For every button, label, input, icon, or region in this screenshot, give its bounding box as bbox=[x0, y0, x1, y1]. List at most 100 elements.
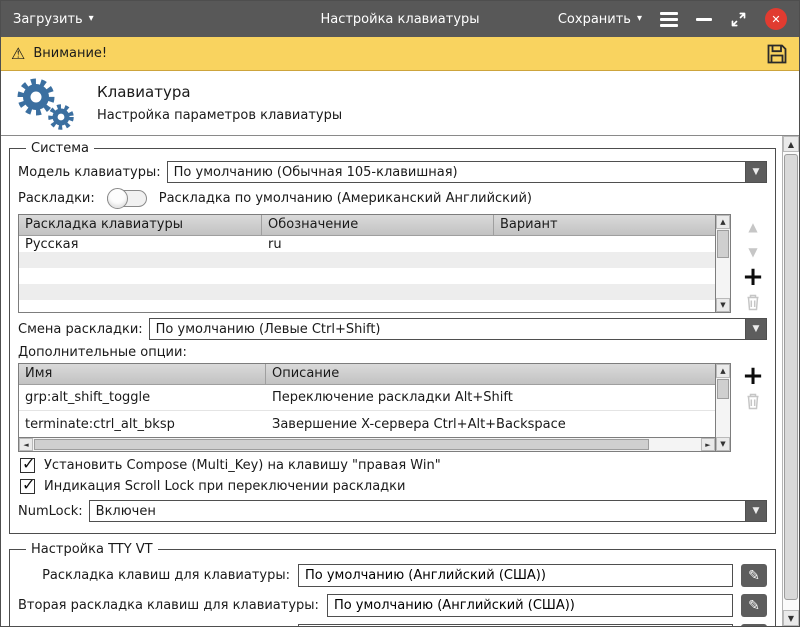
load-button-label: Загрузить bbox=[13, 11, 83, 27]
column-header-description[interactable]: Описание bbox=[266, 364, 715, 385]
scroll-track[interactable] bbox=[783, 152, 799, 610]
close-icon: ✕ bbox=[771, 12, 781, 26]
scroll-lock-checkbox-row[interactable]: Индикация Scroll Lock при переключении р… bbox=[20, 475, 767, 494]
cell-option-name: grp:alt_shift_toggle bbox=[25, 390, 151, 405]
edit-tty-keymap-button[interactable]: ✎ bbox=[741, 564, 767, 587]
table-row[interactable]: grp:alt_shift_toggle Переключение раскла… bbox=[19, 385, 715, 411]
compose-checkbox[interactable] bbox=[20, 454, 35, 473]
scroll-down-icon[interactable]: ▼ bbox=[716, 298, 730, 312]
expand-icon bbox=[731, 12, 746, 26]
plus-icon: + bbox=[742, 361, 764, 391]
combo-arrow-icon[interactable]: ▼ bbox=[745, 162, 766, 182]
layouts-table-header: Раскладка клавиатуры Обозначение Вариант bbox=[19, 215, 715, 236]
chevron-down-icon: ▾ bbox=[88, 13, 94, 24]
settings-form: Система Модель клавиатуры: По умолчанию … bbox=[1, 136, 782, 626]
toggle-knob bbox=[106, 188, 128, 209]
scroll-track[interactable] bbox=[716, 378, 730, 437]
tty-keymap-row: Раскладка клавиш для клавиатуры: ✎ bbox=[18, 564, 767, 587]
delete-option-button[interactable] bbox=[740, 390, 766, 412]
scroll-right-icon[interactable]: ► bbox=[701, 438, 715, 451]
numlock-combobox[interactable]: Включен ▼ bbox=[88, 500, 767, 522]
layouts-label: Раскладки: bbox=[18, 191, 95, 206]
combo-arrow-icon[interactable]: ▼ bbox=[745, 319, 766, 339]
layouts-default-text: Раскладка по умолчанию (Американский Анг… bbox=[158, 191, 533, 206]
main-scrollbar[interactable]: ▲ ▼ bbox=[782, 136, 799, 626]
scroll-left-icon[interactable]: ◄ bbox=[19, 438, 33, 451]
save-button-label: Сохранить bbox=[557, 11, 631, 27]
keyboard-settings-window: Настройка клавиатуры Загрузить ▾ Сохрани… bbox=[0, 0, 800, 627]
tty-font-input[interactable] bbox=[298, 624, 733, 626]
scroll-track[interactable] bbox=[716, 229, 730, 298]
scroll-up-icon[interactable]: ▲ bbox=[783, 136, 799, 152]
scroll-down-icon[interactable]: ▼ bbox=[716, 437, 730, 451]
scroll-up-icon[interactable]: ▲ bbox=[716, 215, 730, 229]
tty-keymap2-row: Вторая раскладка клавиш для клавиатуры: … bbox=[18, 594, 767, 617]
layout-switch-combobox[interactable]: По умолчанию (Левые Ctrl+Shift) ▼ bbox=[148, 318, 767, 340]
tty-group-legend: Настройка TTY VT bbox=[31, 542, 153, 557]
minimize-button[interactable] bbox=[696, 17, 712, 21]
pencil-icon: ✎ bbox=[748, 597, 760, 614]
maximize-button[interactable] bbox=[730, 11, 747, 28]
column-header-layout[interactable]: Раскладка клавиатуры bbox=[19, 215, 262, 236]
keyboard-model-combobox[interactable]: По умолчанию (Обычная 105-клавишная) ▼ bbox=[166, 161, 767, 183]
tty-keymap-input[interactable] bbox=[298, 564, 733, 587]
layouts-table-scrollbar[interactable]: ▲ ▼ bbox=[715, 215, 730, 312]
scroll-down-icon[interactable]: ▼ bbox=[783, 610, 799, 626]
warning-text: Внимание! bbox=[33, 46, 108, 61]
move-down-button[interactable]: ▼ bbox=[740, 241, 766, 263]
close-button[interactable]: ✕ bbox=[765, 8, 787, 30]
scroll-thumb[interactable] bbox=[784, 154, 798, 600]
scroll-up-icon[interactable]: ▲ bbox=[716, 364, 730, 378]
keyboard-model-value: По умолчанию (Обычная 105-клавишная) bbox=[173, 165, 458, 180]
tty-keymap-label: Раскладка клавиш для клавиатуры: bbox=[42, 568, 290, 583]
cell-variant bbox=[494, 236, 715, 252]
gears-icon bbox=[17, 78, 74, 130]
cell-option-description: Завершение X-сервера Ctrl+Alt+Backspace bbox=[272, 416, 566, 432]
save-button[interactable]: Сохранить ▾ bbox=[558, 12, 642, 27]
system-group-legend: Система bbox=[31, 141, 90, 156]
move-up-button[interactable]: ▲ bbox=[740, 216, 766, 238]
menu-button[interactable] bbox=[660, 11, 678, 27]
system-group: Система Модель клавиатуры: По умолчанию … bbox=[9, 141, 776, 534]
extra-options-row: Дополнительные опции: bbox=[18, 345, 767, 360]
add-option-button[interactable]: + bbox=[740, 361, 766, 391]
table-row[interactable]: Русская ru bbox=[19, 236, 715, 252]
layouts-default-toggle[interactable] bbox=[106, 188, 147, 209]
load-button[interactable]: Загрузить ▾ bbox=[13, 12, 94, 27]
add-layout-button[interactable]: + bbox=[740, 264, 766, 290]
scroll-track[interactable] bbox=[33, 438, 701, 451]
tty-group: Настройка TTY VT Раскладка клавиш для кл… bbox=[9, 542, 776, 626]
layout-switch-label: Смена раскладки: bbox=[18, 321, 143, 337]
numlock-value: Включен bbox=[95, 504, 156, 519]
save-file-button[interactable] bbox=[765, 42, 789, 66]
column-header-name[interactable]: Имя bbox=[19, 364, 266, 385]
chevron-down-icon: ▾ bbox=[636, 13, 642, 24]
table-row-empty bbox=[19, 284, 715, 300]
column-header-code[interactable]: Обозначение bbox=[262, 215, 494, 236]
content-area: Система Модель клавиатуры: По умолчанию … bbox=[1, 136, 799, 626]
edit-tty-font-button[interactable]: ✎ bbox=[741, 624, 767, 626]
table-row[interactable]: terminate:ctrl_alt_bksp Завершение X-сер… bbox=[19, 411, 715, 437]
floppy-disk-icon bbox=[767, 44, 787, 63]
layout-switch-value: По умолчанию (Левые Ctrl+Shift) bbox=[155, 322, 381, 337]
scroll-thumb[interactable] bbox=[717, 379, 729, 399]
layouts-table-section: Раскладка клавиатуры Обозначение Вариант… bbox=[18, 214, 767, 313]
trash-icon bbox=[747, 294, 759, 311]
trash-icon bbox=[747, 393, 759, 410]
app-header-text: Клавиатура Настройка параметров клавиату… bbox=[97, 83, 342, 123]
column-header-variant[interactable]: Вариант bbox=[494, 215, 715, 236]
scroll-thumb[interactable] bbox=[34, 439, 649, 450]
options-table-section: Имя Описание grp:alt_shift_toggle Перекл… bbox=[18, 363, 767, 452]
tty-keymap2-input[interactable] bbox=[326, 594, 733, 617]
combo-arrow-icon[interactable]: ▼ bbox=[745, 501, 766, 521]
compose-checkbox-row[interactable]: Установить Compose (Multi_Key) на клавиш… bbox=[20, 454, 767, 473]
pencil-icon: ✎ bbox=[748, 567, 760, 584]
scroll-thumb[interactable] bbox=[717, 230, 729, 258]
options-table-buttons: + bbox=[731, 363, 767, 452]
edit-tty-keymap2-button[interactable]: ✎ bbox=[741, 594, 767, 617]
delete-layout-button[interactable] bbox=[740, 291, 766, 313]
options-table-hscrollbar[interactable]: ◄ ► bbox=[19, 437, 715, 451]
options-table-scrollbar[interactable]: ▲ ▼ bbox=[715, 364, 730, 451]
scroll-lock-checkbox-label: Индикация Scroll Lock при переключении р… bbox=[44, 479, 406, 494]
scroll-lock-checkbox[interactable] bbox=[20, 475, 35, 494]
